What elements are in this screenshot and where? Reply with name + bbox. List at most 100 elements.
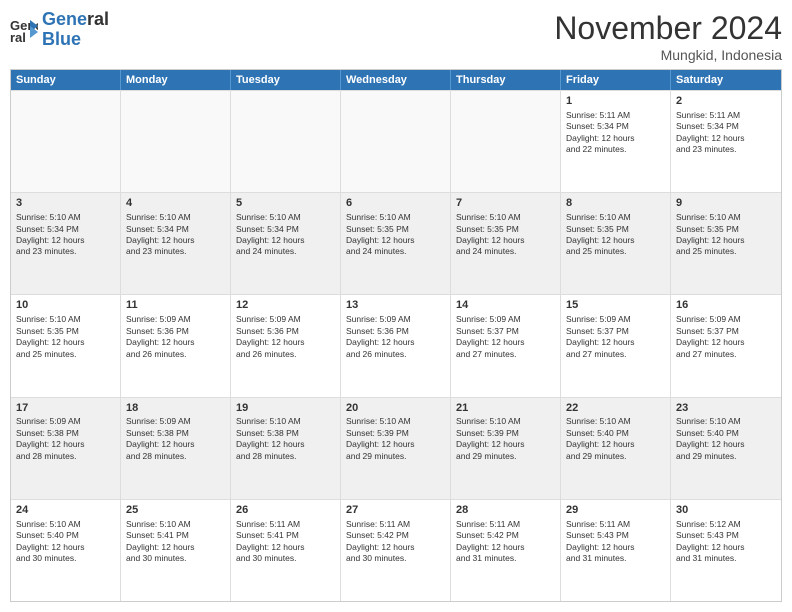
calendar-cell: 16Sunrise: 5:09 AM Sunset: 5:37 PM Dayli…	[671, 295, 781, 396]
logo-icon: Gene ral	[10, 16, 38, 44]
calendar-row-0: 1Sunrise: 5:11 AM Sunset: 5:34 PM Daylig…	[11, 90, 781, 192]
day-number: 21	[456, 401, 555, 416]
calendar-cell	[231, 91, 341, 192]
svg-text:ral: ral	[10, 30, 26, 44]
calendar-cell	[11, 91, 121, 192]
calendar-cell: 24Sunrise: 5:10 AM Sunset: 5:40 PM Dayli…	[11, 500, 121, 601]
calendar: SundayMondayTuesdayWednesdayThursdayFrid…	[10, 69, 782, 602]
day-number: 29	[566, 503, 665, 518]
calendar-cell: 11Sunrise: 5:09 AM Sunset: 5:36 PM Dayli…	[121, 295, 231, 396]
day-number: 14	[456, 298, 555, 313]
day-number: 6	[346, 196, 445, 211]
location: Mungkid, Indonesia	[554, 47, 782, 63]
calendar-cell: 8Sunrise: 5:10 AM Sunset: 5:35 PM Daylig…	[561, 193, 671, 294]
day-info: Sunrise: 5:09 AM Sunset: 5:38 PM Dayligh…	[126, 416, 225, 462]
weekday-header-monday: Monday	[121, 70, 231, 90]
day-number: 27	[346, 503, 445, 518]
day-info: Sunrise: 5:10 AM Sunset: 5:35 PM Dayligh…	[346, 212, 445, 258]
calendar-cell: 13Sunrise: 5:09 AM Sunset: 5:36 PM Dayli…	[341, 295, 451, 396]
calendar-cell: 7Sunrise: 5:10 AM Sunset: 5:35 PM Daylig…	[451, 193, 561, 294]
day-info: Sunrise: 5:10 AM Sunset: 5:40 PM Dayligh…	[16, 519, 115, 565]
day-info: Sunrise: 5:10 AM Sunset: 5:40 PM Dayligh…	[566, 416, 665, 462]
calendar-row-4: 24Sunrise: 5:10 AM Sunset: 5:40 PM Dayli…	[11, 499, 781, 601]
day-number: 26	[236, 503, 335, 518]
calendar-cell: 18Sunrise: 5:09 AM Sunset: 5:38 PM Dayli…	[121, 398, 231, 499]
day-info: Sunrise: 5:10 AM Sunset: 5:41 PM Dayligh…	[126, 519, 225, 565]
day-info: Sunrise: 5:10 AM Sunset: 5:40 PM Dayligh…	[676, 416, 776, 462]
day-number: 2	[676, 94, 776, 109]
calendar-cell: 22Sunrise: 5:10 AM Sunset: 5:40 PM Dayli…	[561, 398, 671, 499]
day-number: 16	[676, 298, 776, 313]
calendar-cell: 17Sunrise: 5:09 AM Sunset: 5:38 PM Dayli…	[11, 398, 121, 499]
day-info: Sunrise: 5:10 AM Sunset: 5:35 PM Dayligh…	[16, 314, 115, 360]
page-header: Gene ral GeneralBlue November 2024 Mungk…	[10, 10, 782, 63]
day-info: Sunrise: 5:11 AM Sunset: 5:34 PM Dayligh…	[676, 110, 776, 156]
day-number: 22	[566, 401, 665, 416]
day-number: 10	[16, 298, 115, 313]
day-info: Sunrise: 5:11 AM Sunset: 5:42 PM Dayligh…	[346, 519, 445, 565]
weekday-header-thursday: Thursday	[451, 70, 561, 90]
calendar-cell: 28Sunrise: 5:11 AM Sunset: 5:42 PM Dayli…	[451, 500, 561, 601]
day-info: Sunrise: 5:10 AM Sunset: 5:38 PM Dayligh…	[236, 416, 335, 462]
calendar-cell: 6Sunrise: 5:10 AM Sunset: 5:35 PM Daylig…	[341, 193, 451, 294]
day-number: 1	[566, 94, 665, 109]
calendar-cell: 10Sunrise: 5:10 AM Sunset: 5:35 PM Dayli…	[11, 295, 121, 396]
calendar-cell	[341, 91, 451, 192]
day-info: Sunrise: 5:10 AM Sunset: 5:34 PM Dayligh…	[126, 212, 225, 258]
calendar-cell: 29Sunrise: 5:11 AM Sunset: 5:43 PM Dayli…	[561, 500, 671, 601]
day-info: Sunrise: 5:09 AM Sunset: 5:38 PM Dayligh…	[16, 416, 115, 462]
day-number: 30	[676, 503, 776, 518]
day-info: Sunrise: 5:11 AM Sunset: 5:41 PM Dayligh…	[236, 519, 335, 565]
day-info: Sunrise: 5:10 AM Sunset: 5:35 PM Dayligh…	[456, 212, 555, 258]
calendar-cell: 5Sunrise: 5:10 AM Sunset: 5:34 PM Daylig…	[231, 193, 341, 294]
day-info: Sunrise: 5:09 AM Sunset: 5:36 PM Dayligh…	[126, 314, 225, 360]
weekday-header-wednesday: Wednesday	[341, 70, 451, 90]
day-info: Sunrise: 5:09 AM Sunset: 5:37 PM Dayligh…	[456, 314, 555, 360]
day-info: Sunrise: 5:10 AM Sunset: 5:35 PM Dayligh…	[566, 212, 665, 258]
day-number: 18	[126, 401, 225, 416]
calendar-cell: 1Sunrise: 5:11 AM Sunset: 5:34 PM Daylig…	[561, 91, 671, 192]
day-number: 9	[676, 196, 776, 211]
day-info: Sunrise: 5:11 AM Sunset: 5:43 PM Dayligh…	[566, 519, 665, 565]
day-info: Sunrise: 5:09 AM Sunset: 5:37 PM Dayligh…	[676, 314, 776, 360]
calendar-cell: 21Sunrise: 5:10 AM Sunset: 5:39 PM Dayli…	[451, 398, 561, 499]
day-number: 13	[346, 298, 445, 313]
weekday-header-tuesday: Tuesday	[231, 70, 341, 90]
calendar-cell: 3Sunrise: 5:10 AM Sunset: 5:34 PM Daylig…	[11, 193, 121, 294]
day-number: 15	[566, 298, 665, 313]
day-number: 17	[16, 401, 115, 416]
day-info: Sunrise: 5:09 AM Sunset: 5:37 PM Dayligh…	[566, 314, 665, 360]
weekday-header-saturday: Saturday	[671, 70, 781, 90]
calendar-cell: 14Sunrise: 5:09 AM Sunset: 5:37 PM Dayli…	[451, 295, 561, 396]
day-number: 7	[456, 196, 555, 211]
calendar-body: 1Sunrise: 5:11 AM Sunset: 5:34 PM Daylig…	[11, 90, 781, 601]
day-number: 8	[566, 196, 665, 211]
day-info: Sunrise: 5:11 AM Sunset: 5:34 PM Dayligh…	[566, 110, 665, 156]
day-info: Sunrise: 5:10 AM Sunset: 5:35 PM Dayligh…	[676, 212, 776, 258]
calendar-cell: 27Sunrise: 5:11 AM Sunset: 5:42 PM Dayli…	[341, 500, 451, 601]
day-info: Sunrise: 5:12 AM Sunset: 5:43 PM Dayligh…	[676, 519, 776, 565]
calendar-cell: 30Sunrise: 5:12 AM Sunset: 5:43 PM Dayli…	[671, 500, 781, 601]
calendar-cell: 25Sunrise: 5:10 AM Sunset: 5:41 PM Dayli…	[121, 500, 231, 601]
day-info: Sunrise: 5:10 AM Sunset: 5:39 PM Dayligh…	[346, 416, 445, 462]
calendar-cell: 9Sunrise: 5:10 AM Sunset: 5:35 PM Daylig…	[671, 193, 781, 294]
calendar-header: SundayMondayTuesdayWednesdayThursdayFrid…	[11, 70, 781, 90]
calendar-cell	[121, 91, 231, 192]
calendar-row-2: 10Sunrise: 5:10 AM Sunset: 5:35 PM Dayli…	[11, 294, 781, 396]
day-info: Sunrise: 5:10 AM Sunset: 5:39 PM Dayligh…	[456, 416, 555, 462]
calendar-cell: 19Sunrise: 5:10 AM Sunset: 5:38 PM Dayli…	[231, 398, 341, 499]
calendar-row-3: 17Sunrise: 5:09 AM Sunset: 5:38 PM Dayli…	[11, 397, 781, 499]
calendar-cell: 20Sunrise: 5:10 AM Sunset: 5:39 PM Dayli…	[341, 398, 451, 499]
logo: Gene ral GeneralBlue	[10, 10, 109, 50]
calendar-cell: 12Sunrise: 5:09 AM Sunset: 5:36 PM Dayli…	[231, 295, 341, 396]
weekday-header-friday: Friday	[561, 70, 671, 90]
day-number: 24	[16, 503, 115, 518]
day-number: 4	[126, 196, 225, 211]
calendar-cell: 26Sunrise: 5:11 AM Sunset: 5:41 PM Dayli…	[231, 500, 341, 601]
day-number: 19	[236, 401, 335, 416]
day-number: 28	[456, 503, 555, 518]
day-number: 23	[676, 401, 776, 416]
calendar-cell: 23Sunrise: 5:10 AM Sunset: 5:40 PM Dayli…	[671, 398, 781, 499]
day-info: Sunrise: 5:10 AM Sunset: 5:34 PM Dayligh…	[236, 212, 335, 258]
day-number: 25	[126, 503, 225, 518]
